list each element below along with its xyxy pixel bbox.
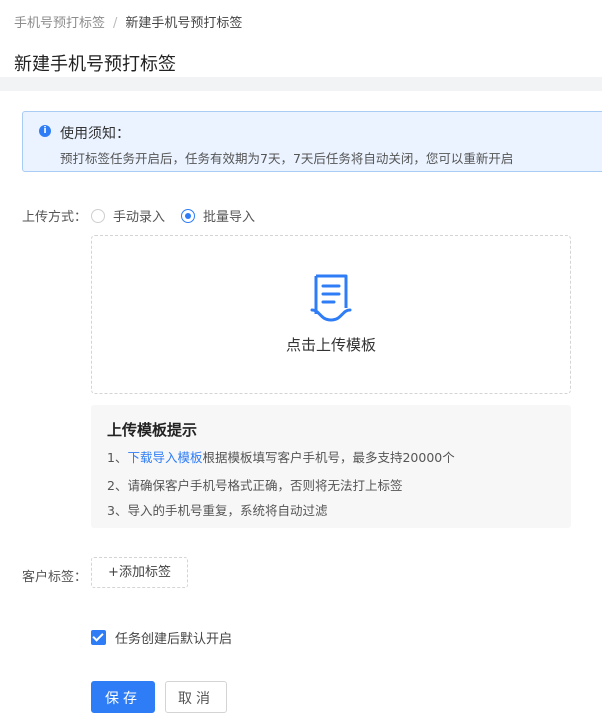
breadcrumb-parent-link[interactable]: 手机号预打标签 [14, 16, 105, 31]
upload-method-label: 上传方式： [22, 210, 88, 225]
upload-template-dropzone[interactable]: 点击上传模板 [91, 235, 571, 394]
cancel-button[interactable]: 取消 [165, 681, 227, 713]
radio-batch-import[interactable]: 批量导入 [181, 206, 255, 225]
auto-start-checkbox-row[interactable]: 任务创建后默认开启 [91, 628, 232, 647]
info-icon: i [39, 125, 51, 137]
breadcrumb-current: 新建手机号预打标签 [125, 16, 243, 31]
tip-prefix: 1、 [107, 450, 128, 465]
radio-circle-selected[interactable] [181, 208, 196, 223]
add-tag-button[interactable]: +添加标签 [91, 557, 188, 588]
radio-label: 手动录入 [113, 210, 166, 225]
section-divider [0, 77, 602, 91]
tip-line-2: 2、请确保客户手机号格式正确，否则将无法打上标签 [107, 478, 403, 493]
upload-method-radio-group: 手动录入 批量导入 [91, 206, 271, 225]
notice-title: 使用须知： [60, 126, 130, 142]
auto-start-checkbox[interactable] [91, 630, 106, 645]
save-button[interactable]: 保存 [91, 681, 155, 713]
download-template-link[interactable]: 下载导入模板 [127, 450, 202, 465]
tip-line-1: 1、下载导入模板根据模板填写客户手机号，最多支持20000个 [107, 447, 455, 466]
breadcrumb: 手机号预打标签 / 新建手机号预打标签 [14, 12, 242, 31]
upload-tips-panel: 上传模板提示 1、下载导入模板根据模板填写客户手机号，最多支持20000个 2、… [91, 405, 571, 528]
document-upload-icon [310, 274, 352, 322]
upload-template-text: 点击上传模板 [285, 336, 376, 354]
breadcrumb-separator: / [113, 16, 118, 31]
notice-text: 预打标签任务开启后，任务有效期为7天，7天后任务将自动关闭，您可以重新开启 [60, 151, 514, 166]
notice-banner: i 使用须知： 预打标签任务开启后，任务有效期为7天，7天后任务将自动关闭，您可… [22, 111, 602, 172]
tips-title: 上传模板提示 [107, 421, 198, 439]
page-title: 新建手机号预打标签 [14, 54, 176, 75]
customer-tag-label: 客户标签： [22, 570, 88, 585]
radio-label: 批量导入 [203, 210, 256, 225]
radio-circle[interactable] [91, 208, 105, 223]
tip-line-3: 3、导入的手机号重复，系统将自动过滤 [107, 503, 328, 518]
auto-start-label: 任务创建后默认开启 [115, 632, 233, 647]
radio-manual-entry[interactable]: 手动录入 [91, 206, 165, 225]
tip-text: 根据模板填写客户手机号，最多支持20000个 [202, 450, 455, 465]
